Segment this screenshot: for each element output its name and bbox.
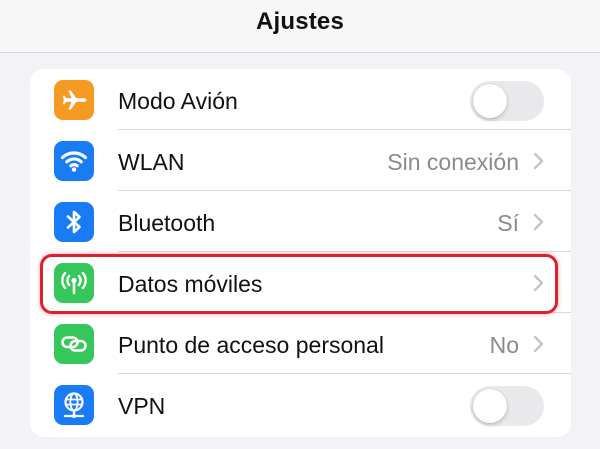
navigation-bar: Ajustes [0,0,600,53]
row-label: Punto de acceso personal [118,332,384,358]
settings-row-wlan[interactable]: WLAN Sin conexión [30,130,571,191]
bluetooth-icon [54,202,94,242]
toggle-knob [473,84,507,118]
chevron-right-icon [531,274,545,292]
settings-row-airplane-mode[interactable]: Modo Avión [30,69,571,130]
chevron-right-icon [531,213,545,231]
hotspot-link-icon [54,324,94,364]
toggle-knob [473,389,507,423]
row-label: Datos móviles [118,271,263,297]
vpn-toggle[interactable] [470,386,544,426]
settings-group: Modo Avión WLAN Sin conexión Bluetooth S… [30,69,571,437]
airplane-icon [54,80,94,120]
row-label: Bluetooth [118,210,216,236]
chevron-right-icon [531,152,545,170]
wlan-status-value: Sin conexión [387,149,519,175]
hotspot-status-value: No [489,332,519,358]
settings-row-bluetooth[interactable]: Bluetooth Sí [30,191,571,252]
chevron-right-icon [531,335,545,353]
settings-row-vpn[interactable]: VPN [30,374,571,435]
row-label: VPN [118,393,166,419]
row-label: Modo Avión [118,88,238,114]
settings-row-mobile-data[interactable]: Datos móviles [30,252,571,313]
bluetooth-status-value: Sí [497,210,519,236]
wifi-icon [54,141,94,181]
row-label: WLAN [118,149,185,175]
globe-network-icon [54,385,94,425]
settings-row-personal-hotspot[interactable]: Punto de acceso personal No [30,313,571,374]
airplane-mode-toggle[interactable] [470,81,544,121]
antenna-icon [54,263,94,303]
page-title: Ajustes [255,8,345,35]
